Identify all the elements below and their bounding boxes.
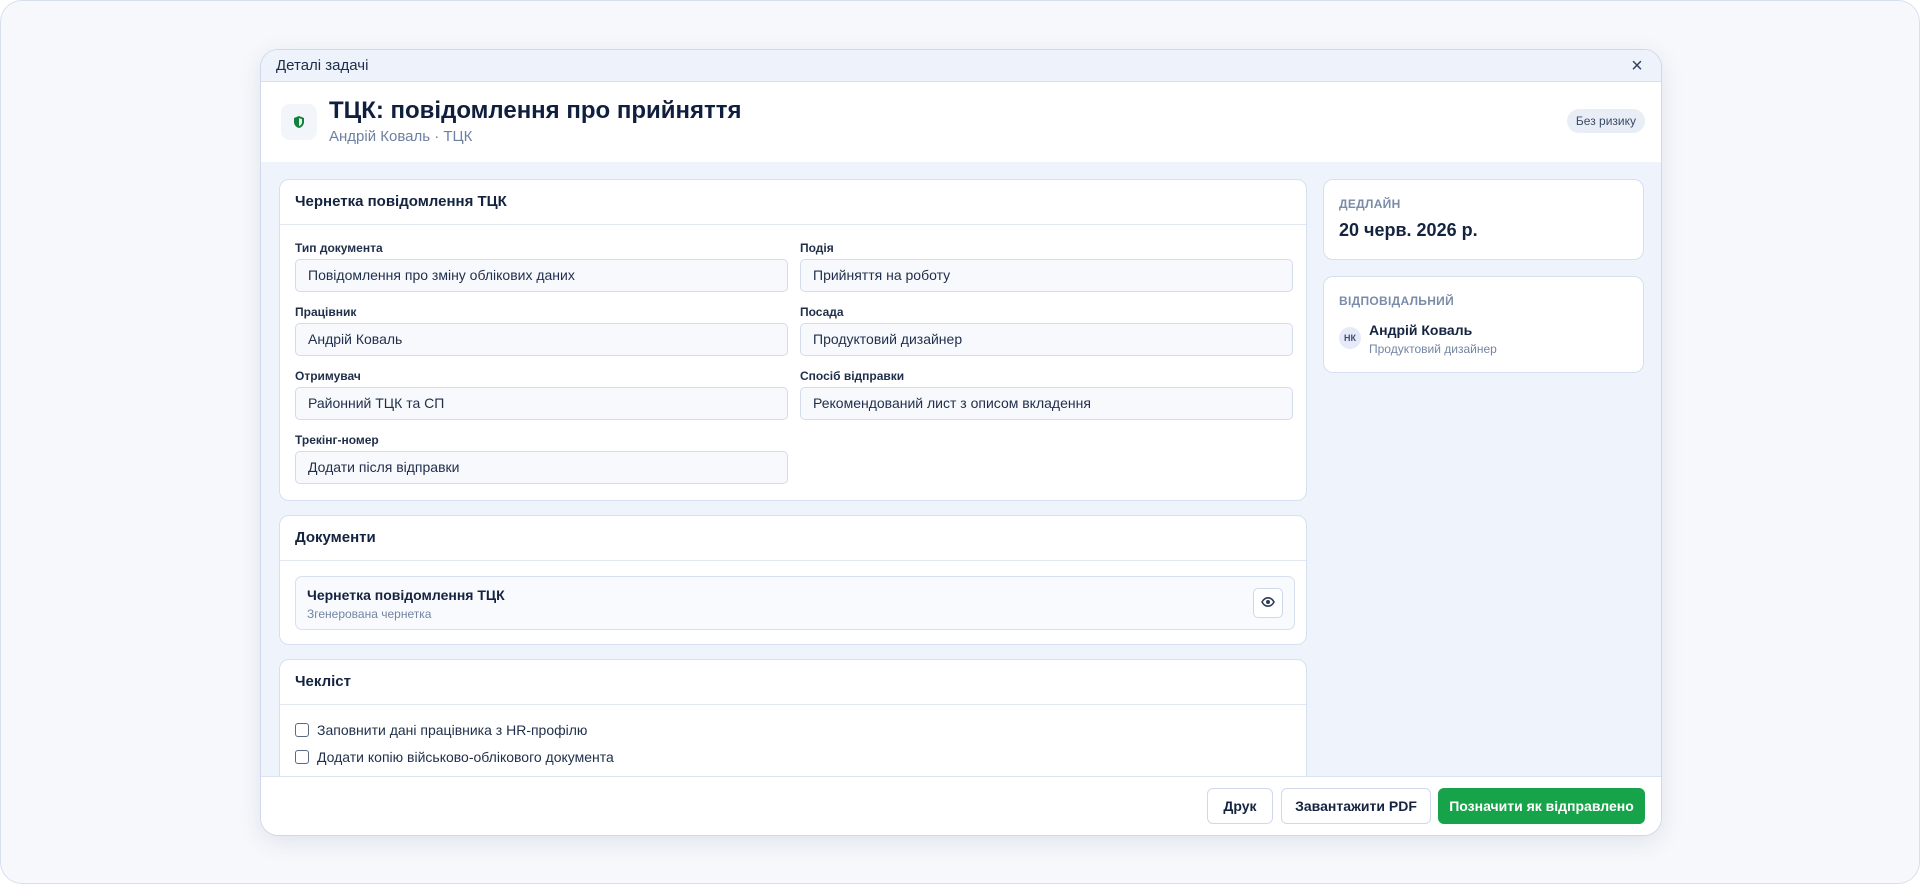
modal-body: Чернетка повідомлення ТЦК Тип документа … (261, 162, 1661, 777)
position-field[interactable]: Продуктовий дизайнер (800, 323, 1293, 356)
close-icon[interactable]: × (1627, 56, 1647, 76)
doc-type-field[interactable]: Повідомлення про зміну облікових даних (295, 259, 788, 292)
employee-label: Працівник (295, 305, 357, 319)
responsible-card: ВІДПОВІДАЛЬНИЙ НК Андрій Коваль Продукто… (1323, 276, 1644, 373)
mark-sent-button[interactable]: Позначити як відправлено (1438, 788, 1645, 824)
deadline-label: ДЕДЛАЙН (1339, 197, 1401, 211)
draft-card: Чернетка повідомлення ТЦК Тип документа … (279, 179, 1307, 501)
recipient-label: Отримувач (295, 369, 361, 383)
checklist-heading: Чекліст (280, 660, 1306, 705)
preview-button[interactable] (1253, 588, 1283, 618)
modal-footer: Друк Завантажити PDF Позначити як відпра… (261, 776, 1661, 835)
modal-titlebar: Деталі задачі × (261, 50, 1661, 82)
responsible-label: ВІДПОВІДАЛЬНИЙ (1339, 294, 1455, 308)
employee-field[interactable]: Андрій Коваль (295, 323, 788, 356)
documents-card: Документи Чернетка повідомлення ТЦК Зген… (279, 515, 1307, 645)
tracking-label: Трекінг-номер (295, 433, 379, 447)
checklist-item[interactable]: Додати копію військово-облікового докуме… (295, 748, 614, 766)
eye-icon (1261, 594, 1275, 612)
deadline-card: ДЕДЛАЙН 20 черв. 2026 р. (1323, 179, 1644, 260)
delivery-field[interactable]: Рекомендований лист з описом вкладення (800, 387, 1293, 420)
tracking-field[interactable]: Додати після відправки (295, 451, 788, 484)
checklist-item-label: Заповнити дані працівника з HR-профілю (317, 722, 588, 738)
recipient-field[interactable]: Районний ТЦК та СП (295, 387, 788, 420)
checkbox[interactable] (295, 723, 309, 737)
shield-icon (281, 104, 317, 140)
event-label: Подія (800, 241, 834, 255)
doc-type-label: Тип документа (295, 241, 383, 255)
task-details-modal: Деталі задачі × ТЦК: повідомлення про пр… (260, 49, 1662, 836)
checklist-card: Чекліст Заповнити дані працівника з HR-п… (279, 659, 1307, 777)
deadline-value: 20 черв. 2026 р. (1339, 220, 1478, 240)
avatar: НК (1339, 327, 1361, 349)
task-header: ТЦК: повідомлення про прийняття Андрій К… (261, 82, 1661, 163)
checklist-item[interactable]: Заповнити дані працівника з HR-профілю (295, 721, 587, 739)
delivery-label: Спосіб відправки (800, 369, 905, 383)
document-subtitle: Згенерована чернетка (307, 607, 432, 621)
position-label: Посада (800, 305, 844, 319)
documents-heading: Документи (280, 516, 1306, 561)
print-button[interactable]: Друк (1207, 788, 1273, 824)
responsible-role: Продуктовий дизайнер (1369, 342, 1497, 356)
download-pdf-button[interactable]: Завантажити PDF (1281, 788, 1431, 824)
draft-heading: Чернетка повідомлення ТЦК (280, 180, 1306, 225)
responsible-name: Андрій Коваль (1369, 322, 1473, 338)
list-item: Чернетка повідомлення ТЦК Згенерована че… (295, 576, 1295, 630)
window-title: Деталі задачі (276, 57, 369, 74)
risk-badge: Без ризику (1566, 109, 1645, 133)
checklist-item-label: Додати копію військово-облікового докуме… (317, 749, 614, 765)
page-subtitle: Андрій Коваль · ТЦК (329, 128, 473, 145)
page-title: ТЦК: повідомлення про прийняття (329, 97, 742, 124)
event-field[interactable]: Прийняття на роботу (800, 259, 1293, 292)
document-title: Чернетка повідомлення ТЦК (307, 587, 505, 603)
checkbox[interactable] (295, 750, 309, 764)
